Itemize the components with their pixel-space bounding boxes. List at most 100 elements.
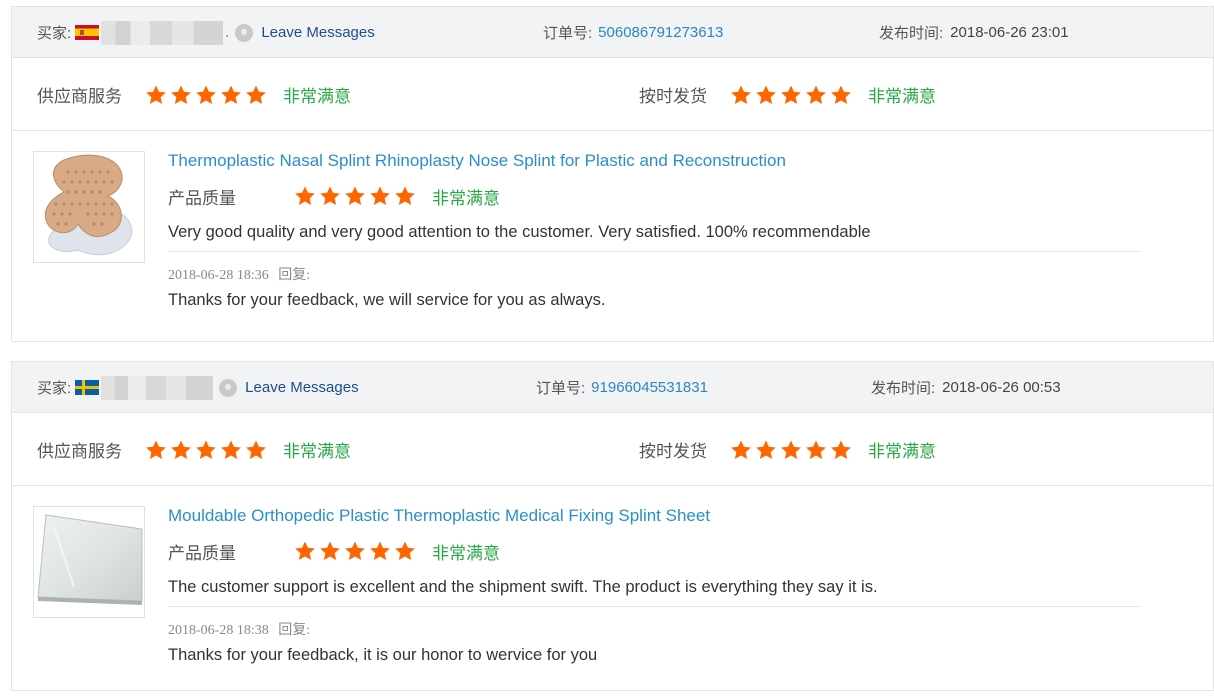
supplier-service-label: 供应商服务 (37, 442, 122, 461)
star-icon (395, 186, 415, 205)
on-time-delivery-rating: 按时发货 非常满意 (639, 58, 936, 131)
star-icon (831, 439, 851, 459)
star-icon (295, 186, 315, 205)
product-quality-rating: 产品质量 非常满意 (168, 181, 500, 211)
star-icon (831, 84, 851, 104)
star-icon (756, 84, 776, 104)
review-header: 买家: Leave Messages 订单号: 91966045531831 发… (12, 362, 1213, 413)
star-icon (171, 439, 191, 459)
satisfaction-text: 非常满意 (432, 188, 500, 208)
product-title-link[interactable]: Thermoplastic Nasal Splint Rhinoplasty N… (168, 151, 786, 171)
buyer-label: 买家: (37, 380, 72, 397)
order-number-link[interactable]: 506086791273613 (598, 24, 723, 41)
spain-flag-icon (75, 25, 100, 40)
product-quality-label: 产品质量 (168, 543, 236, 563)
star-rating (145, 439, 267, 461)
star-icon (320, 186, 340, 205)
supplier-service-label: 供应商服务 (37, 87, 122, 106)
buyer-info: 买家: . Leave Messages (37, 7, 375, 58)
buyer-name-blurred (101, 375, 214, 400)
order-label: 订单号: (543, 25, 593, 42)
star-icon (171, 84, 191, 104)
star-icon (756, 439, 776, 459)
star-rating (730, 84, 852, 106)
splint-sheet-image[interactable] (33, 506, 145, 618)
star-icon (221, 84, 241, 104)
star-icon (731, 84, 751, 104)
publish-time-label: 发布时间: (871, 380, 936, 397)
on-time-delivery-label: 按时发货 (639, 87, 707, 106)
buyer-comment: Very good quality and very good attentio… (168, 223, 871, 241)
reply-time: 2018-06-28 18:36 (168, 268, 269, 283)
leave-messages-link[interactable]: Leave Messages (261, 24, 374, 41)
product-quality-label: 产品质量 (168, 188, 236, 208)
star-icon (806, 84, 826, 104)
star-icon (246, 439, 266, 459)
reply-time: 2018-06-28 18:38 (168, 623, 269, 638)
star-icon (731, 439, 751, 459)
review-card: 买家: . Leave Messages 订单号: 50608679127361… (11, 6, 1214, 342)
satisfaction-text: 非常满意 (283, 87, 351, 106)
buyer-name-dot: . (225, 24, 230, 41)
order-number-link[interactable]: 91966045531831 (591, 379, 708, 396)
sweden-flag-icon (75, 380, 100, 395)
buyer-name-blurred (101, 20, 224, 45)
buyer-comment: The customer support is excellent and th… (168, 578, 878, 596)
leave-messages-link[interactable]: Leave Messages (245, 379, 358, 396)
satisfaction-text: 非常满意 (432, 543, 500, 563)
star-icon (146, 439, 166, 459)
star-icon (345, 186, 365, 205)
review-header: 买家: . Leave Messages 订单号: 50608679127361… (12, 7, 1213, 58)
message-icon[interactable] (219, 378, 238, 397)
service-ratings: 供应商服务 非常满意 按时发货 非常满意 (12, 413, 1213, 486)
product-title-link[interactable]: Mouldable Orthopedic Plastic Thermoplast… (168, 506, 710, 526)
order-info: 订单号: 506086791273613 (543, 7, 723, 58)
satisfaction-text: 非常满意 (283, 442, 351, 461)
buyer-label: 买家: (37, 25, 72, 42)
star-icon (196, 439, 216, 459)
star-icon (781, 439, 801, 459)
message-icon[interactable] (235, 23, 254, 42)
publish-time: 发布时间: 2018-06-26 23:01 (879, 7, 1069, 58)
divider (168, 251, 1141, 252)
buyer-info: 买家: Leave Messages (37, 362, 359, 413)
star-rating (145, 84, 267, 106)
star-rating (730, 439, 852, 461)
publish-time-label: 发布时间: (879, 25, 944, 42)
publish-time: 发布时间: 2018-06-26 00:53 (871, 362, 1061, 413)
star-icon (345, 541, 365, 560)
star-icon (221, 439, 241, 459)
review-card: 买家: Leave Messages 订单号: 91966045531831 发… (11, 361, 1214, 691)
star-rating (294, 185, 416, 207)
product-review: Mouldable Orthopedic Plastic Thermoplast… (12, 486, 1213, 696)
star-icon (395, 541, 415, 560)
star-icon (246, 84, 266, 104)
on-time-delivery-rating: 按时发货 非常满意 (639, 413, 936, 486)
order-info: 订单号: 91966045531831 (536, 362, 708, 413)
product-review: Thermoplastic Nasal Splint Rhinoplasty N… (12, 131, 1213, 341)
service-ratings: 供应商服务 非常满意 按时发货 非常满意 (12, 58, 1213, 131)
supplier-service-rating: 供应商服务 非常满意 (37, 413, 351, 486)
publish-time-value: 2018-06-26 23:01 (950, 24, 1069, 41)
star-icon (320, 541, 340, 560)
nasal-splint-image[interactable] (33, 151, 145, 263)
order-label: 订单号: (536, 380, 586, 397)
reply-meta: 2018-06-28 18:36 回复: (168, 264, 310, 284)
satisfaction-text: 非常满意 (868, 87, 936, 106)
seller-reply: Thanks for your feedback, we will servic… (168, 291, 606, 309)
product-quality-rating: 产品质量 非常满意 (168, 536, 500, 566)
star-icon (370, 541, 390, 560)
star-icon (370, 186, 390, 205)
reply-meta: 2018-06-28 18:38 回复: (168, 619, 310, 639)
seller-reply: Thanks for your feedback, it is our hono… (168, 646, 598, 664)
star-icon (781, 84, 801, 104)
reply-label: 回复: (278, 623, 311, 638)
supplier-service-rating: 供应商服务 非常满意 (37, 58, 351, 131)
star-rating (294, 540, 416, 562)
star-icon (806, 439, 826, 459)
star-icon (196, 84, 216, 104)
star-icon (295, 541, 315, 560)
satisfaction-text: 非常满意 (868, 442, 936, 461)
on-time-delivery-label: 按时发货 (639, 442, 707, 461)
divider (168, 606, 1141, 607)
